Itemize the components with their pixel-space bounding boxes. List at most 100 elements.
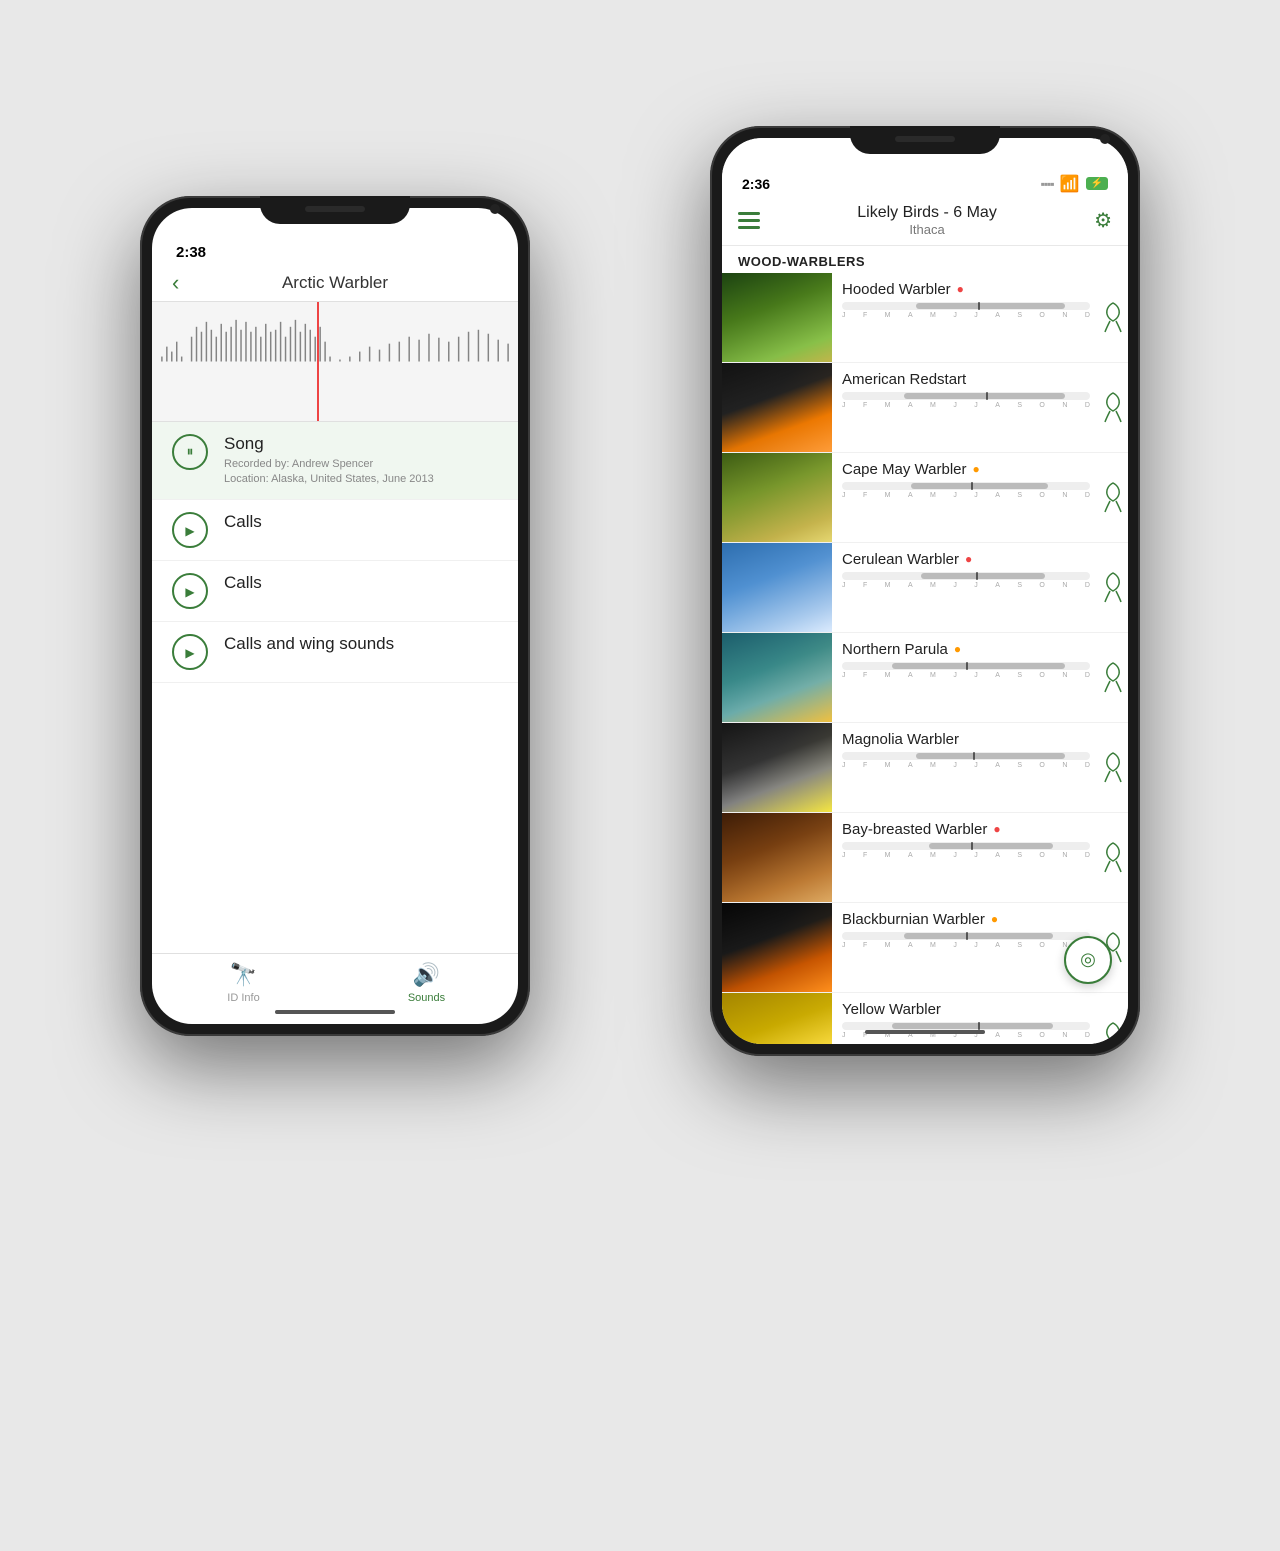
sound-item-calls2[interactable]: Calls [152, 561, 518, 622]
right-status-icons: ▪▪▪▪ 📶 ⚡ [1041, 174, 1108, 194]
sound-name-callswing: Calls and wing sounds [224, 634, 498, 654]
month-labels-redstart: JFMAMJJASOND [842, 402, 1090, 409]
sound-name-calls1: Calls [224, 512, 498, 532]
bird-info-magnolia: Magnolia Warbler JFMAMJJASOND [832, 723, 1100, 812]
dot-hooded: ● [957, 282, 964, 296]
bird-image-blackburnian [722, 903, 832, 992]
bird-image-cerulean [722, 543, 832, 632]
bird-list: Hooded Warbler ● JFMAMJJASOND [722, 273, 1128, 1044]
bar-fill-redstart [904, 393, 1065, 399]
side-bird-icon-yellow [1104, 1021, 1122, 1044]
bar-track-blackburnian [842, 932, 1090, 940]
play-icon-2 [185, 583, 194, 599]
scene: 2:38 ‹ Arctic Warbler [140, 76, 1140, 1476]
bar-fill-baybreasted [929, 843, 1053, 849]
right-header-bar: Likely Birds - 6 May Ithaca ⚙ [722, 198, 1128, 246]
playhead [317, 302, 319, 421]
left-phone-camera [490, 204, 500, 214]
bar-peak-redstart [986, 392, 988, 400]
bar-peak-baybreasted [971, 842, 973, 850]
right-phone: 2:36 ▪▪▪▪ 📶 ⚡ Likely Birds - [710, 126, 1140, 1056]
header-title-main: Likely Birds - 6 May [857, 204, 997, 222]
left-phone: 2:38 ‹ Arctic Warbler [140, 196, 530, 1036]
play-button-calls1[interactable] [172, 512, 208, 548]
hamburger-line-1 [738, 212, 760, 215]
bird-name-parula: Northern Parula [842, 641, 948, 658]
side-bird-icon-capemay [1104, 481, 1122, 513]
sound-info-song: Song Recorded by: Andrew Spencer Locatio… [224, 434, 498, 488]
tab-sounds[interactable]: 🔊 Sounds [335, 962, 518, 1004]
dot-capemay: ● [972, 462, 979, 476]
side-bird-icon-redstart [1104, 391, 1122, 423]
play-button-calls2[interactable] [172, 573, 208, 609]
sound-name-song: Song [224, 434, 498, 454]
play-icon-3 [185, 644, 194, 660]
dot-blackburnian: ● [991, 912, 998, 926]
sound-list: Song Recorded by: Andrew Spencer Locatio… [152, 422, 518, 953]
bird-item-capemay[interactable]: Cape May Warbler ● JFMAMJJASOND [722, 453, 1128, 543]
bar-peak-cerulean [976, 572, 978, 580]
bird-item-cerulean[interactable]: Cerulean Warbler ● JFMAMJJASOND [722, 543, 1128, 633]
left-home-indicator [275, 1010, 395, 1014]
bird-name-capemay: Cape May Warbler [842, 461, 966, 478]
play-icon-1 [185, 522, 194, 538]
bird-image-capemay [722, 453, 832, 542]
pause-button-song[interactable] [172, 434, 208, 470]
side-bird-icon-hooded [1104, 301, 1122, 333]
bar-peak-blackburnian [966, 932, 968, 940]
month-labels-baybreasted: JFMAMJJASOND [842, 852, 1090, 859]
back-button[interactable]: ‹ [172, 270, 179, 296]
signal-icon: ▪▪▪▪ [1041, 177, 1054, 191]
tab-sounds-label: Sounds [408, 992, 445, 1004]
bird-image-baybreasted [722, 813, 832, 902]
bar-track-baybreasted [842, 842, 1090, 850]
bird-item-magnolia[interactable]: Magnolia Warbler JFMAMJJASOND [722, 723, 1128, 813]
left-phone-speaker [305, 206, 365, 212]
sound-item-callswing[interactable]: Calls and wing sounds [152, 622, 518, 683]
bar-track-parula [842, 662, 1090, 670]
right-time: 2:36 [742, 176, 770, 192]
bird-item-redstart[interactable]: American Redstart JFMAMJJASOND [722, 363, 1128, 453]
side-bird-icon-baybreasted [1104, 841, 1122, 873]
side-bird-icon-magnolia [1104, 751, 1122, 783]
bird-image-magnolia [722, 723, 832, 812]
left-status-bar: 2:38 [152, 236, 518, 265]
bar-fill-parula [892, 663, 1066, 669]
bird-item-yellow[interactable]: Yellow Warbler JFMAMJJASOND [722, 993, 1128, 1044]
month-labels-hooded: JFMAMJJASOND [842, 312, 1090, 319]
month-labels-magnolia: JFMAMJJASOND [842, 762, 1090, 769]
sound-item-song[interactable]: Song Recorded by: Andrew Spencer Locatio… [152, 422, 518, 501]
month-labels-blackburnian: JFMAMJJASOND [842, 942, 1090, 949]
bird-item-hooded[interactable]: Hooded Warbler ● JFMAMJJASOND [722, 273, 1128, 363]
wifi-icon: 📶 [1060, 174, 1080, 194]
bird-item-baybreasted[interactable]: Bay-breasted Warbler ● JFMAMJJASOND [722, 813, 1128, 903]
bird-name-magnolia: Magnolia Warbler [842, 731, 959, 748]
location-icon: ◎ [1080, 949, 1096, 970]
battery-icon: ⚡ [1086, 177, 1108, 190]
sound-item-calls1[interactable]: Calls [152, 500, 518, 561]
bird-item-parula[interactable]: Northern Parula ● JFMAMJJASOND [722, 633, 1128, 723]
side-bird-icon-parula [1104, 661, 1122, 693]
sound-info-calls2: Calls [224, 573, 498, 593]
bar-track-magnolia [842, 752, 1090, 760]
bar-peak-capemay [971, 482, 973, 490]
waveform-container[interactable] [152, 302, 518, 422]
bird-image-hooded [722, 273, 832, 362]
tab-idinfo[interactable]: 🔭 ID Info [152, 962, 335, 1004]
bird-info-hooded: Hooded Warbler ● JFMAMJJASOND [832, 273, 1100, 362]
side-bird-icon-cerulean [1104, 571, 1122, 603]
hamburger-menu[interactable] [738, 212, 760, 229]
bird-name-hooded: Hooded Warbler [842, 281, 951, 298]
bird-info-yellow: Yellow Warbler JFMAMJJASOND [832, 993, 1100, 1044]
right-header-title: Likely Birds - 6 May Ithaca [857, 204, 997, 237]
filter-icon[interactable]: ⚙ [1094, 208, 1112, 233]
sound-meta-song: Recorded by: Andrew Spencer Location: Al… [224, 457, 498, 488]
bar-fill-blackburnian [904, 933, 1053, 939]
play-button-callswing[interactable] [172, 634, 208, 670]
bird-image-parula [722, 633, 832, 722]
left-time: 2:38 [176, 244, 206, 261]
left-nav-bar: ‹ Arctic Warbler [152, 265, 518, 302]
location-fab[interactable]: ◎ [1064, 936, 1112, 984]
bird-info-parula: Northern Parula ● JFMAMJJASOND [832, 633, 1100, 722]
right-phone-speaker [895, 136, 955, 142]
